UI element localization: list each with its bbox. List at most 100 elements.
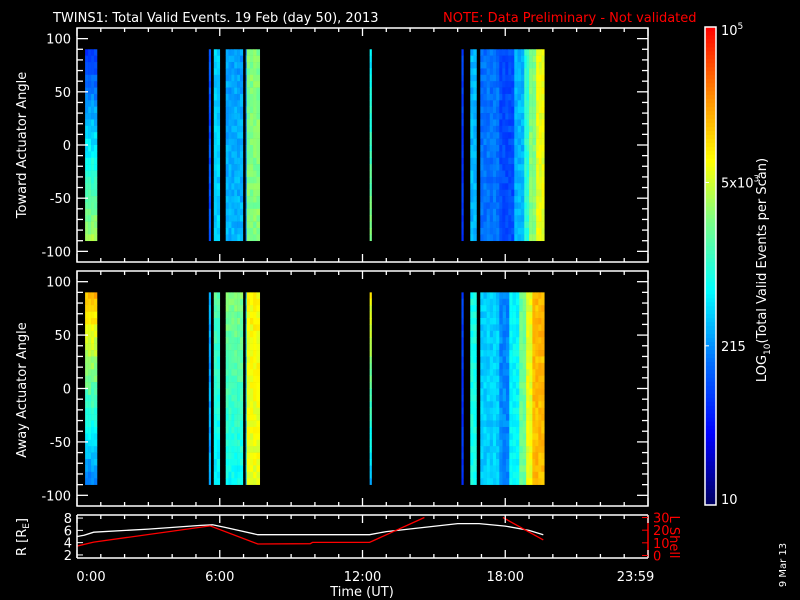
heatmap-cell — [515, 369, 520, 376]
heatmap-cell — [508, 164, 512, 171]
heatmap-cell — [461, 369, 464, 376]
heatmap-cell — [496, 401, 500, 409]
heatmap-cell — [94, 478, 98, 485]
heatmap-cell — [502, 62, 506, 69]
heatmap-cell — [234, 362, 238, 370]
heatmap-cell — [514, 234, 518, 242]
heatmap-cell — [492, 183, 497, 190]
heatmap-cell — [88, 215, 92, 222]
heatmap-cell — [246, 227, 251, 235]
heatmap-cell — [216, 113, 221, 120]
heatmap-cell — [514, 132, 518, 139]
colorbar-segment — [705, 469, 716, 474]
heatmap-cell — [228, 471, 232, 479]
heatmap-cell — [249, 208, 254, 216]
heatmap-cell — [237, 459, 241, 466]
heatmap-cell — [231, 343, 235, 351]
heatmap-cell — [526, 68, 530, 76]
heatmap-cell — [512, 318, 517, 325]
heatmap-cell — [225, 106, 229, 114]
heatmap-cell — [94, 113, 98, 120]
heatmap-cell — [535, 298, 539, 306]
heatmap-cell — [538, 221, 542, 229]
heatmap-cell — [536, 87, 540, 95]
colorbar-tick-text: 215 — [721, 340, 746, 355]
heatmap-cell — [234, 138, 238, 146]
colorbar-segment — [705, 453, 716, 458]
heatmap-cell — [216, 452, 221, 460]
heatmap-cell — [470, 100, 474, 108]
heatmap-cell — [486, 164, 491, 171]
heatmap-cell — [473, 401, 477, 409]
heatmap-cell — [228, 337, 232, 344]
heatmap-cell — [208, 330, 212, 338]
heatmap-cell — [541, 81, 545, 88]
heatmap-cell — [85, 132, 89, 139]
heatmap-cell — [239, 414, 244, 421]
heatmap-cell — [231, 356, 235, 364]
heatmap-cell — [228, 106, 232, 114]
heatmap-cell — [515, 337, 520, 344]
heatmap-cell — [94, 356, 98, 364]
heatmap-cell — [473, 81, 477, 88]
heatmap-cell — [94, 350, 98, 357]
heatmap-cell — [249, 382, 254, 389]
heatmap-cell — [228, 196, 232, 203]
heatmap-cell — [253, 350, 257, 357]
r-tick-label: 2 — [64, 549, 72, 564]
heatmap-cell — [369, 369, 372, 376]
heatmap-cell — [237, 221, 241, 229]
heatmap-cell — [253, 337, 257, 344]
heatmap-cell — [246, 478, 251, 485]
heatmap-cell — [246, 375, 251, 383]
heatmap-cell — [502, 100, 506, 108]
heatmap-cell — [213, 318, 218, 325]
heatmap-cell — [94, 292, 98, 300]
heatmap-cell — [208, 356, 212, 364]
heatmap-cell — [231, 298, 235, 306]
heatmap-cell — [94, 394, 98, 402]
heatmap-cell — [231, 478, 235, 485]
heatmap-cell — [253, 292, 257, 300]
heatmap-cell — [511, 138, 515, 146]
heatmap-cell — [225, 55, 229, 63]
heatmap-cell — [473, 132, 477, 139]
heatmap-cell — [502, 81, 506, 88]
heatmap-cell — [88, 433, 92, 441]
heatmap-cell — [225, 459, 229, 466]
heatmap-cell — [253, 298, 257, 306]
heatmap-cell — [496, 87, 500, 95]
heatmap-cell — [91, 164, 95, 171]
heatmap-cell — [91, 189, 95, 197]
heatmap-cell — [486, 106, 491, 114]
colorbar-segment — [705, 62, 716, 68]
heatmap-cell — [486, 337, 491, 344]
heatmap-cell — [526, 478, 530, 485]
heatmap-cell — [499, 183, 503, 190]
heatmap-cell — [231, 74, 235, 82]
heatmap-cell — [483, 439, 487, 447]
heatmap-cell — [461, 176, 464, 184]
heatmap-cell — [480, 394, 484, 402]
heatmap-cell — [502, 439, 507, 447]
heatmap-cell — [239, 87, 244, 95]
heatmap-cell — [237, 55, 241, 63]
heatmap-cell — [505, 292, 510, 300]
heatmap-cell — [91, 93, 95, 101]
colorbar-tick-text: 10 — [721, 24, 738, 39]
heatmap-cell — [541, 196, 545, 203]
heatmap-cell — [369, 420, 372, 428]
heatmap-cell — [234, 388, 238, 396]
heatmap-cell — [511, 113, 515, 120]
colorbar-segment — [705, 210, 716, 215]
y-tick-label: 100 — [46, 276, 71, 291]
heatmap-cell — [216, 227, 221, 235]
heatmap-cell — [237, 369, 241, 376]
heatmap-cell — [253, 125, 257, 133]
heatmap-cell — [532, 401, 536, 409]
heatmap-cell — [526, 119, 530, 127]
heatmap-cell — [486, 426, 491, 434]
heatmap-cell — [473, 362, 477, 370]
heatmap-cell — [85, 68, 89, 76]
colorbar-segment — [705, 190, 716, 195]
